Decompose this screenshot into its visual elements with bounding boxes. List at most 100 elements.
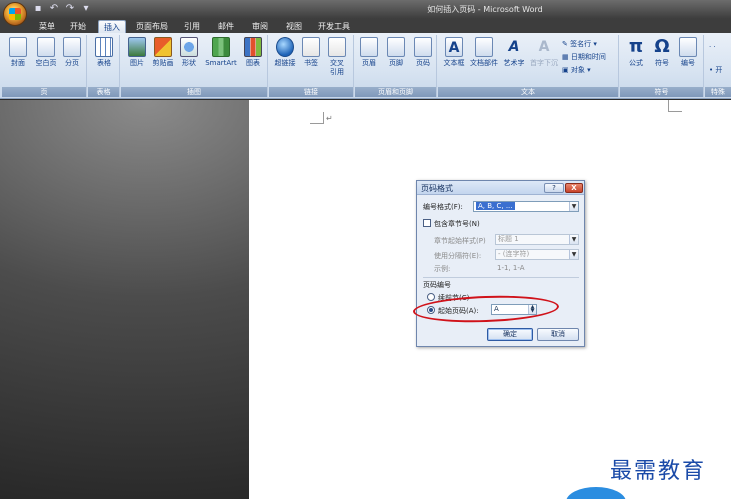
cancel-button[interactable]: 取消: [537, 328, 579, 341]
dialog-title-bar: 页码格式 ? X: [417, 181, 584, 195]
signature-line-button[interactable]: ✎ 签名行 ▾: [562, 39, 597, 49]
number-icon: [679, 37, 697, 57]
tab-insert[interactable]: 插入: [98, 20, 126, 33]
quick-parts-icon: [475, 37, 493, 57]
cover-button[interactable]: 封面: [4, 37, 32, 68]
globe-icon: [276, 37, 294, 57]
wordart-button[interactable]: A 艺术字: [500, 37, 528, 68]
group-tables: 表格 表格: [88, 35, 120, 97]
special-symbol-icon[interactable]: · ·: [709, 43, 716, 51]
tab-review[interactable]: 审阅: [246, 20, 274, 33]
signature-icon: ✎: [562, 40, 568, 48]
number-format-select[interactable]: A, B, C, ... ▼: [473, 201, 579, 212]
group-label-header-footer: 页眉和页脚: [355, 87, 436, 97]
group-label-links: 链接: [269, 87, 353, 97]
tab-menu[interactable]: 菜单: [34, 20, 60, 33]
blank-page-button[interactable]: 空白页: [32, 37, 60, 68]
page-numbering-label: 页码编号: [423, 281, 451, 289]
group-label-symbols: 符号: [620, 87, 703, 97]
special-bullet-icon[interactable]: • 开: [709, 65, 722, 75]
office-logo-icon: [9, 8, 21, 20]
group-label-illustrations: 插图: [121, 87, 267, 97]
calendar-icon: ▦: [562, 53, 569, 61]
close-button[interactable]: X: [565, 183, 583, 193]
include-chapter-label: 包含章节号(N): [434, 220, 480, 228]
date-time-button[interactable]: ▦ 日期和时间: [562, 52, 606, 62]
wordart-icon: A: [508, 39, 520, 55]
tab-home[interactable]: 开始: [64, 20, 92, 33]
include-chapter-checkbox[interactable]: [423, 219, 431, 227]
chapter-style-label: 章节起始样式(P): [434, 237, 486, 245]
cover-icon: [9, 37, 27, 57]
object-icon: ▣: [562, 66, 569, 74]
cross-reference-icon: [328, 37, 346, 57]
help-button[interactable]: ?: [544, 183, 564, 193]
tab-developer[interactable]: 开发工具: [314, 20, 354, 33]
object-button[interactable]: ▣ 对象 ▾: [562, 65, 591, 75]
header-button[interactable]: 页眉: [355, 37, 383, 68]
undo-icon[interactable]: ↶: [48, 3, 60, 15]
paragraph-mark: ↵: [326, 114, 333, 123]
tab-page-layout[interactable]: 页面布局: [132, 20, 172, 33]
header-icon: [360, 37, 378, 57]
smartart-button[interactable]: SmartArt: [205, 37, 237, 68]
group-pages: 封面 空白页 分页 页: [2, 35, 87, 97]
cross-reference-button[interactable]: 交叉 引用: [323, 37, 351, 77]
quick-parts-button[interactable]: 文档部件: [470, 37, 498, 68]
ribbon-tabs: 菜单 开始 插入 页面布局 引用 邮件 审阅 视图 开发工具: [0, 19, 731, 33]
hyperlink-button[interactable]: 超链接: [271, 37, 299, 68]
table-button[interactable]: 表格: [90, 37, 118, 68]
group-header-footer: 页眉 页脚 页码 页眉和页脚: [355, 35, 437, 97]
omega-icon: Ω: [654, 36, 670, 57]
clip-art-button[interactable]: 剪贴画: [149, 37, 177, 68]
quick-access-toolbar: ▪ ↶ ↷ ▾: [32, 3, 92, 15]
ribbon: 封面 空白页 分页 页 表格 表格 图片 剪贴画 形状 SmartArt 图表 …: [0, 33, 731, 99]
group-label-pages: 页: [2, 87, 86, 97]
picture-button[interactable]: 图片: [123, 37, 151, 68]
group-label-tables: 表格: [88, 87, 119, 97]
divider: [423, 277, 579, 278]
example-value: 1-1, 1-A: [497, 264, 525, 272]
dropcap-button[interactable]: A 首字下沉: [530, 37, 558, 68]
dropcap-icon: A: [538, 39, 550, 55]
redo-icon[interactable]: ↷: [64, 3, 76, 15]
page-number-format-dialog: 页码格式 ? X 编号格式(F): A, B, C, ... ▼ 包含章节号(N…: [416, 180, 585, 347]
shapes-button[interactable]: 形状: [175, 37, 203, 68]
smartart-icon: [212, 37, 230, 57]
chart-button[interactable]: 图表: [239, 37, 267, 68]
ok-button[interactable]: 确定: [487, 328, 533, 341]
chevron-down-icon: ▼: [569, 202, 578, 211]
shapes-icon: [180, 37, 198, 57]
footer-icon: [387, 37, 405, 57]
group-label-text: 文本: [438, 87, 618, 97]
symbol-button[interactable]: Ω 符号: [648, 37, 676, 68]
office-button[interactable]: [3, 2, 27, 26]
number-button[interactable]: 编号: [674, 37, 702, 68]
separator-select[interactable]: - (连字符) ▼: [495, 249, 579, 260]
chevron-down-icon[interactable]: ▾: [80, 3, 92, 15]
textbox-button[interactable]: A 文本框: [440, 37, 468, 68]
tab-view[interactable]: 视图: [280, 20, 308, 33]
table-icon: [95, 37, 113, 57]
continue-radio[interactable]: [427, 293, 435, 301]
clip-art-icon: [154, 37, 172, 57]
group-links: 超链接 书签 交叉 引用 链接: [269, 35, 354, 97]
save-icon[interactable]: ▪: [32, 3, 44, 15]
number-format-label: 编号格式(F):: [423, 203, 463, 211]
example-label: 示例:: [434, 265, 451, 273]
textbox-icon: A: [445, 37, 463, 57]
tab-mailings[interactable]: 邮件: [212, 20, 240, 33]
page-number-button[interactable]: 页码: [409, 37, 437, 68]
dialog-title: 页码格式: [421, 184, 453, 193]
bookmark-button[interactable]: 书签: [297, 37, 325, 68]
footer-button[interactable]: 页脚: [382, 37, 410, 68]
chapter-style-select[interactable]: 标题 1 ▼: [495, 234, 579, 245]
blank-page-icon: [37, 37, 55, 57]
page-number-icon: [414, 37, 432, 57]
window-title: 如何插入页码 - Microsoft Word: [427, 5, 543, 14]
equation-button[interactable]: π 公式: [622, 37, 650, 68]
tab-references[interactable]: 引用: [178, 20, 206, 33]
page-break-button[interactable]: 分页: [58, 37, 86, 68]
group-special: · · • 开 特殊: [705, 35, 731, 97]
chevron-down-icon: ▼: [569, 250, 578, 259]
